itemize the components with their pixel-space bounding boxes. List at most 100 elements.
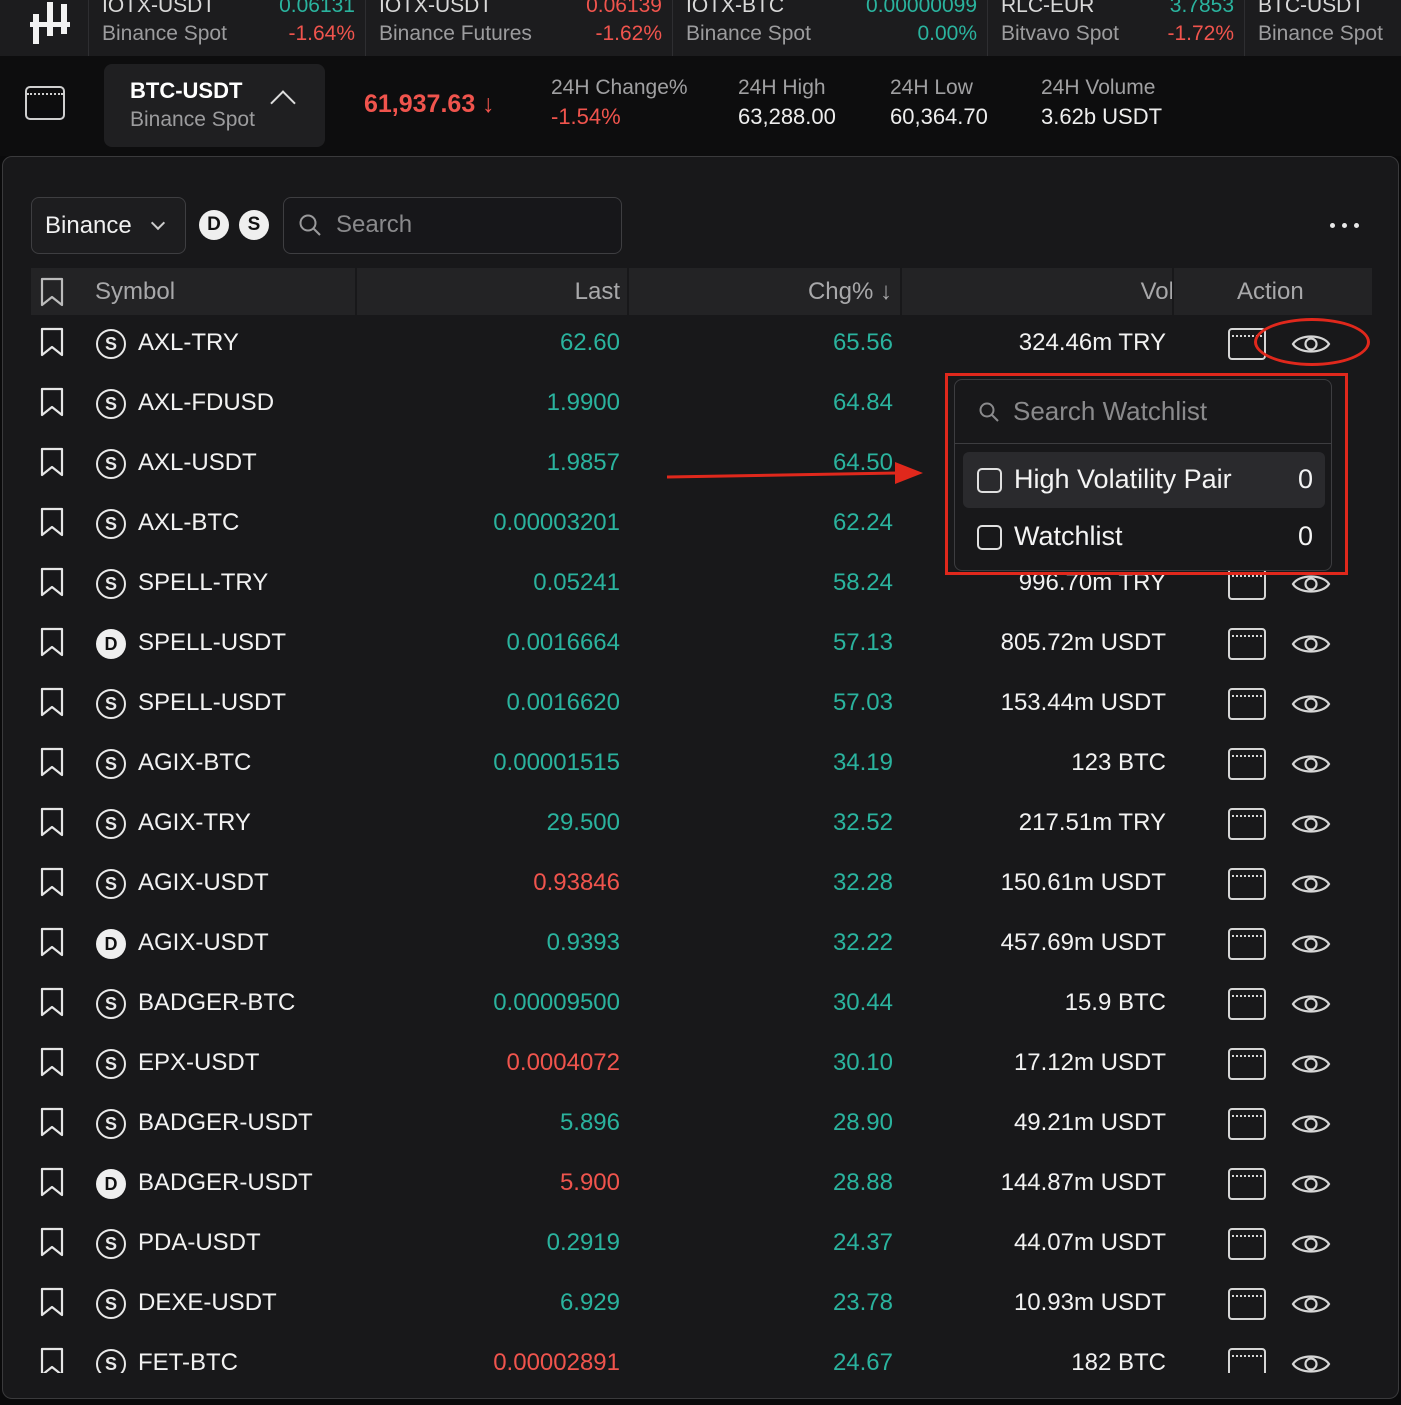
table-row[interactable]: S AXL-TRY 62.60 65.56 324.46m TRY — [31, 315, 1372, 375]
table-row[interactable]: S BADGER-USDT 5.896 28.90 49.21m USDT — [31, 1095, 1372, 1155]
bookmark-icon[interactable] — [40, 447, 64, 477]
table-row[interactable]: D BADGER-USDT 5.900 28.88 144.87m USDT — [31, 1155, 1372, 1215]
bookmark-icon[interactable] — [40, 1107, 64, 1137]
more-icon[interactable] — [1330, 223, 1364, 231]
eye-icon[interactable] — [1291, 1051, 1331, 1077]
table-row[interactable]: S EPX-USDT 0.0004072 30.10 17.12m USDT — [31, 1035, 1372, 1095]
row-symbol[interactable]: AXL-TRY — [138, 329, 239, 357]
bookmark-icon[interactable] — [40, 1287, 64, 1317]
pair-selector-button[interactable]: BTC-USDT Binance Spot — [104, 64, 325, 147]
ticker-item[interactable]: IOTX-USDT 0.06131 Binance Spot -1.64% — [88, 0, 365, 56]
row-symbol[interactable]: AXL-USDT — [138, 449, 257, 477]
bookmark-icon[interactable] — [40, 277, 64, 307]
chart-window-icon[interactable] — [1228, 628, 1266, 660]
bookmark-icon[interactable] — [40, 1227, 64, 1257]
row-vol: 144.87m USDT — [1000, 1169, 1166, 1196]
ticker-item[interactable]: IOTX-USDT 0.06139 Binance Futures -1.62% — [365, 0, 672, 56]
table-row[interactable]: S AGIX-BTC 0.00001515 34.19 123 BTC — [31, 735, 1372, 795]
row-symbol[interactable]: SPELL-USDT — [138, 689, 286, 717]
chart-window-icon[interactable] — [1228, 1348, 1266, 1373]
col-symbol[interactable]: Symbol — [95, 268, 175, 315]
eye-icon[interactable] — [1291, 991, 1331, 1017]
chart-window-icon[interactable] — [1228, 1108, 1266, 1140]
chart-window-icon[interactable] — [1228, 928, 1266, 960]
bookmark-icon[interactable] — [40, 747, 64, 777]
row-last: 6.929 — [559, 1289, 620, 1316]
row-symbol[interactable]: BADGER-BTC — [138, 989, 295, 1017]
symbol-search-box[interactable] — [283, 197, 622, 254]
search-input[interactable] — [336, 208, 606, 242]
row-symbol[interactable]: EPX-USDT — [138, 1049, 259, 1077]
table-row[interactable]: S AGIX-TRY 29.500 32.52 217.51m TRY — [31, 795, 1372, 855]
chart-window-icon[interactable] — [1228, 808, 1266, 840]
bookmark-icon[interactable] — [40, 1347, 64, 1373]
bookmark-icon[interactable] — [40, 927, 64, 957]
eye-icon[interactable] — [1291, 751, 1331, 777]
table-row[interactable]: S BADGER-BTC 0.00009500 30.44 15.9 BTC — [31, 975, 1372, 1035]
row-symbol[interactable]: AGIX-USDT — [138, 869, 269, 897]
bookmark-icon[interactable] — [40, 687, 64, 717]
row-symbol[interactable]: AGIX-USDT — [138, 929, 269, 957]
bookmark-icon[interactable] — [40, 627, 64, 657]
col-vol[interactable]: Vol — [1141, 268, 1174, 315]
row-last: 0.9393 — [546, 929, 620, 956]
table-row[interactable]: S FET-BTC 0.00002891 24.67 182 BTC — [31, 1335, 1372, 1373]
col-last[interactable]: Last — [575, 268, 620, 315]
row-symbol[interactable]: AGIX-BTC — [138, 749, 251, 777]
bookmark-icon[interactable] — [40, 867, 64, 897]
row-symbol[interactable]: SPELL-USDT — [138, 629, 286, 657]
chart-window-icon[interactable] — [1228, 1228, 1266, 1260]
bookmark-icon[interactable] — [40, 387, 64, 417]
bookmark-icon[interactable] — [40, 1047, 64, 1077]
app-logo-icon[interactable] — [30, 2, 72, 46]
bookmark-icon[interactable] — [40, 1167, 64, 1197]
bookmark-icon[interactable] — [40, 987, 64, 1017]
bookmark-icon[interactable] — [40, 327, 64, 357]
chart-window-icon[interactable] — [1228, 1168, 1266, 1200]
row-symbol[interactable]: SPELL-TRY — [138, 569, 268, 597]
ticker-last: 3.7853 — [1169, 0, 1234, 17]
row-symbol[interactable]: BADGER-USDT — [138, 1109, 313, 1137]
chart-window-icon[interactable] — [1228, 688, 1266, 720]
eye-icon[interactable] — [1291, 1231, 1331, 1257]
spot-filter-badge[interactable]: S — [239, 210, 269, 240]
eye-icon[interactable] — [1291, 871, 1331, 897]
eye-icon[interactable] — [1291, 1291, 1331, 1317]
chart-window-icon[interactable] — [1228, 1288, 1266, 1320]
derivatives-filter-badge[interactable]: D — [199, 210, 229, 240]
row-symbol[interactable]: BADGER-USDT — [138, 1169, 313, 1197]
chart-window-icon[interactable] — [1228, 868, 1266, 900]
table-row[interactable]: S PDA-USDT 0.2919 24.37 44.07m USDT — [31, 1215, 1372, 1275]
table-row[interactable]: D SPELL-USDT 0.0016664 57.13 805.72m USDT — [31, 615, 1372, 675]
chart-window-icon[interactable] — [1228, 1048, 1266, 1080]
bookmark-icon[interactable] — [40, 567, 64, 597]
col-chg[interactable]: Chg% ↓ — [808, 268, 892, 315]
eye-icon[interactable] — [1291, 631, 1331, 657]
eye-icon[interactable] — [1291, 1111, 1331, 1137]
stat-label: 24H Volume — [1041, 76, 1156, 99]
eye-icon[interactable] — [1291, 931, 1331, 957]
row-symbol[interactable]: AXL-BTC — [138, 509, 239, 537]
eye-icon[interactable] — [1291, 811, 1331, 837]
eye-icon[interactable] — [1291, 1171, 1331, 1197]
table-row[interactable]: S DEXE-USDT 6.929 23.78 10.93m USDT — [31, 1275, 1372, 1335]
bookmark-icon[interactable] — [40, 807, 64, 837]
row-symbol[interactable]: PDA-USDT — [138, 1229, 261, 1257]
table-row[interactable]: D AGIX-USDT 0.9393 32.22 457.69m USDT — [31, 915, 1372, 975]
ticker-item[interactable]: RLC-EUR 3.7853 Bitvavo Spot -1.72% — [987, 0, 1244, 56]
table-row[interactable]: S AGIX-USDT 0.93846 32.28 150.61m USDT — [31, 855, 1372, 915]
row-symbol[interactable]: AXL-FDUSD — [138, 389, 274, 417]
ticker-item[interactable]: BTC-USDT Binance Spot — [1244, 0, 1401, 56]
exchange-dropdown[interactable]: Binance — [31, 197, 186, 254]
ticker-item[interactable]: IOTX-BTC 0.00000099 Binance Spot 0.00% — [672, 0, 987, 56]
eye-icon[interactable] — [1291, 1351, 1331, 1373]
chart-window-icon[interactable] — [1228, 988, 1266, 1020]
chart-window-icon[interactable] — [1228, 748, 1266, 780]
bookmark-icon[interactable] — [40, 507, 64, 537]
layout-icon[interactable] — [25, 86, 65, 120]
row-symbol[interactable]: FET-BTC — [138, 1349, 238, 1373]
row-symbol[interactable]: DEXE-USDT — [138, 1289, 277, 1317]
row-symbol[interactable]: AGIX-TRY — [138, 809, 251, 837]
eye-icon[interactable] — [1291, 691, 1331, 717]
table-row[interactable]: S SPELL-USDT 0.0016620 57.03 153.44m USDT — [31, 675, 1372, 735]
